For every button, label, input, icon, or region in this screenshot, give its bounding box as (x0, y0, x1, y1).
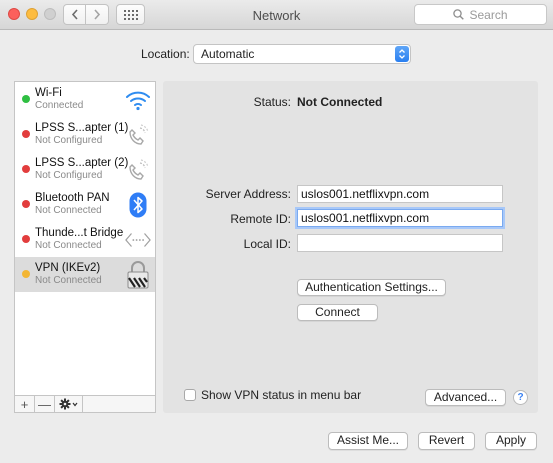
advanced-button[interactable]: Advanced... (425, 389, 506, 406)
authentication-settings-button[interactable]: Authentication Settings... (297, 279, 446, 296)
status-dot (22, 235, 30, 243)
status-value: Not Connected (297, 95, 383, 109)
status-dot (22, 270, 30, 278)
service-name: VPN (IKEv2) (35, 262, 101, 274)
remove-service-button[interactable]: — (35, 396, 55, 412)
show-vpn-status-checkbox[interactable]: Show VPN status in menu bar (184, 388, 361, 402)
service-item-lpss-2[interactable]: LPSS S...apter (2) Not Configured (15, 152, 155, 187)
assist-me-button[interactable]: Assist Me... (328, 432, 408, 450)
service-status: Connected (35, 100, 84, 111)
select-arrows-icon (395, 46, 409, 62)
phone-icon (125, 157, 151, 183)
location-select[interactable]: Automatic (193, 44, 411, 64)
service-status: Not Connected (35, 275, 102, 286)
status-dot (22, 200, 30, 208)
search-placeholder: Search (469, 7, 508, 22)
service-item-wifi[interactable]: Wi-Fi Connected (15, 82, 155, 117)
status-label: Status: (253, 95, 291, 109)
server-address-field[interactable] (297, 185, 503, 203)
checkbox-box[interactable] (184, 389, 196, 401)
service-name: LPSS S...apter (2) (35, 157, 129, 169)
vpn-lock-icon (125, 261, 151, 289)
help-button[interactable]: ? (513, 390, 528, 405)
title-bar: Network Search (0, 0, 553, 30)
action-menu-button[interactable] (55, 396, 83, 412)
bluetooth-icon (125, 192, 151, 218)
service-list: Wi-Fi Connected LPSS S...apter (1) Not C… (14, 81, 156, 396)
status-dot (22, 130, 30, 138)
service-name: Thunde...t Bridge (35, 227, 124, 239)
thunderbolt-bridge-icon (125, 227, 151, 253)
service-list-controls: + — (14, 396, 156, 413)
location-label: Location: (141, 47, 190, 61)
phone-icon (125, 122, 151, 148)
show-vpn-status-label: Show VPN status in menu bar (201, 388, 362, 402)
service-item-bluetooth-pan[interactable]: Bluetooth PAN Not Connected (15, 187, 155, 222)
service-status: Not Connected (35, 205, 102, 216)
revert-button[interactable]: Revert (418, 432, 475, 450)
search-icon (453, 9, 465, 20)
service-name: Wi-Fi (35, 87, 62, 99)
status-dot (22, 95, 30, 103)
server-address-label: Server Address: (205, 187, 291, 201)
apply-button[interactable]: Apply (485, 432, 537, 450)
remote-id-label: Remote ID: (230, 212, 291, 226)
service-status: Not Connected (35, 240, 102, 251)
location-value: Automatic (201, 47, 255, 61)
service-status: Not Configured (35, 170, 103, 181)
status-dot (22, 165, 30, 173)
add-service-button[interactable]: + (15, 396, 35, 412)
service-status: Not Configured (35, 135, 103, 146)
service-item-thunderbolt-bridge[interactable]: Thunde...t Bridge Not Connected (15, 222, 155, 257)
service-item-lpss-1[interactable]: LPSS S...apter (1) Not Configured (15, 117, 155, 152)
search-field[interactable]: Search (414, 4, 547, 25)
local-id-label: Local ID: (243, 237, 291, 251)
service-item-vpn-ikev2[interactable]: VPN (IKEv2) Not Connected (15, 257, 155, 292)
service-name: Bluetooth PAN (35, 192, 110, 204)
remote-id-field[interactable] (297, 209, 503, 227)
wifi-icon (125, 87, 151, 113)
gear-icon (59, 398, 77, 410)
connect-button[interactable]: Connect (297, 304, 378, 321)
local-id-field[interactable] (297, 234, 503, 252)
service-name: LPSS S...apter (1) (35, 122, 129, 134)
